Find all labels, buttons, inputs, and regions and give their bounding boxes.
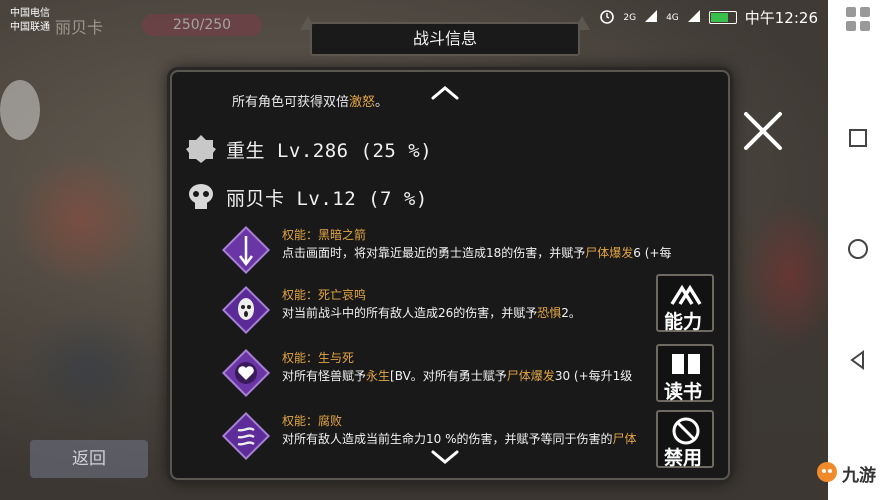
signal-icon bbox=[644, 9, 658, 27]
home-icon[interactable] bbox=[843, 234, 873, 264]
skill-name: 权能：死亡哀鸣 bbox=[282, 288, 367, 302]
close-icon[interactable] bbox=[740, 108, 786, 154]
upgrade-arrow-icon bbox=[668, 280, 704, 310]
back-button[interactable]: 返回 bbox=[30, 440, 148, 478]
skill-description: 对当前战斗中的所有敌人造成26的伤害，并赋予恐惧2。 bbox=[282, 306, 581, 320]
skull-icon bbox=[186, 182, 216, 212]
carrier-2: 中国联通 bbox=[10, 22, 50, 33]
skill-corruption: 权能：腐败 对所有敌人造成当前生命力10 %的伤害，并赋予等同于伤害的尸体 bbox=[220, 410, 650, 462]
skill-death-wail: 权能：死亡哀鸣 对当前战斗中的所有敌人造成26的伤害，并赋予恐惧2。 bbox=[220, 284, 650, 336]
android-nav-bar bbox=[828, 0, 888, 500]
ghost-icon bbox=[220, 284, 272, 336]
clock-text: 中午12:26 bbox=[744, 9, 818, 27]
skill-name: 权能：腐败 bbox=[282, 414, 343, 428]
read-book-button[interactable]: 读书 bbox=[656, 344, 714, 403]
heart-icon bbox=[220, 347, 272, 399]
skill-life-and-death: 权能：生与死 对所有怪兽赋予永生[BV。对所有勇士赋予尸体爆发30 (+每升1级 bbox=[220, 347, 650, 399]
signal-icon bbox=[687, 9, 701, 27]
dialog-title: 战斗信息 bbox=[310, 22, 580, 56]
corruption-icon bbox=[220, 410, 272, 462]
mascot-icon bbox=[814, 458, 840, 489]
battery-icon bbox=[708, 11, 737, 24]
scroll-up-icon[interactable] bbox=[427, 82, 463, 104]
carrier-1: 中国电信 bbox=[10, 8, 50, 19]
character-row: 丽贝卡 Lv.12 (7 %) bbox=[186, 182, 428, 212]
disable-label: 禁用 bbox=[664, 447, 703, 469]
character-level: 丽贝卡 Lv.12 (7 %) bbox=[226, 187, 428, 210]
rage-keyword: 激怒 bbox=[349, 95, 376, 110]
ability-label: 能力 bbox=[664, 311, 703, 333]
brand-watermark: 九游 bbox=[814, 454, 888, 492]
alarm-icon bbox=[599, 8, 615, 28]
skill-description: 对所有敌人造成当前生命力10 %的伤害，并赋予等同于伤害的尸体 bbox=[282, 432, 637, 446]
signal-4g-label: 4G bbox=[666, 12, 679, 23]
signal-2g-label: 2G bbox=[623, 12, 637, 23]
skill-description: 对所有怪兽赋予永生[BV。对所有勇士赋予尸体爆发30 (+每升1级 bbox=[282, 369, 633, 383]
brand-text: 九游 bbox=[842, 465, 876, 486]
arrow-icon bbox=[220, 224, 272, 276]
grid-menu-icon[interactable] bbox=[843, 4, 873, 34]
back-nav-icon[interactable] bbox=[843, 345, 873, 375]
top-note-text: 所有角色可获得双倍激怒。 bbox=[232, 95, 389, 110]
rebirth-level: 重生 Lv.286 (25 %) bbox=[226, 139, 433, 162]
book-icon bbox=[670, 352, 702, 380]
ability-button[interactable]: 能力 bbox=[656, 274, 714, 333]
gear-icon bbox=[186, 134, 216, 164]
read-label: 读书 bbox=[664, 381, 703, 403]
disable-button[interactable]: 禁用 bbox=[656, 410, 714, 469]
skill-name: 权能：黑暗之箭 bbox=[282, 228, 367, 242]
skill-dark-arrow: 权能：黑暗之箭 点击画面时，将对靠近最近的勇士造成18的伤害，并赋予尸体爆发6 … bbox=[220, 224, 671, 276]
rebirth-row: 重生 Lv.286 (25 %) bbox=[186, 134, 432, 164]
skill-description: 点击画面时，将对靠近最近的勇士造成18的伤害，并赋予尸体爆发6 (+每 bbox=[282, 246, 672, 260]
status-icons: 2G 4G 中午12:26 bbox=[599, 7, 818, 28]
skill-name: 权能：生与死 bbox=[282, 351, 355, 365]
recent-apps-icon[interactable] bbox=[843, 123, 873, 153]
